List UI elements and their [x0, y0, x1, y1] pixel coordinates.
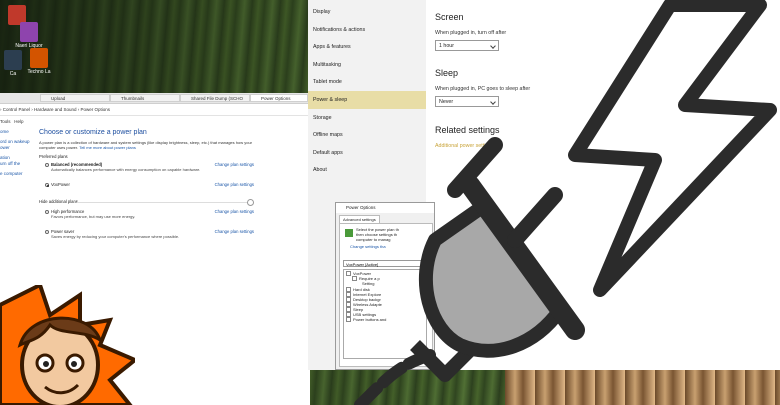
plan-name: VoxPower — [51, 182, 70, 187]
plan-radio[interactable] — [45, 163, 49, 167]
plan-voxpower[interactable]: VoxPower Change plan settings — [39, 182, 254, 194]
chevron-up-icon[interactable] — [247, 199, 254, 206]
plan-desc: Saves energy by reducing your computer's… — [51, 234, 180, 239]
divider — [77, 202, 248, 203]
app-icon — [4, 50, 22, 70]
screen-timeout-select[interactable]: 1 hour — [435, 40, 499, 51]
app-icon — [20, 22, 38, 42]
page-title: Choose or customize a power plan — [39, 129, 147, 136]
power-plug-icon — [354, 137, 585, 405]
change-plan-link[interactable]: Change plan settings — [215, 182, 254, 187]
browser-tabs: Upload Thumbnails Shared File Dump (SCHO… — [0, 93, 310, 104]
nav-multitasking[interactable]: Multitasking — [308, 56, 426, 74]
intro-link[interactable]: Tell me more about power plans — [79, 145, 136, 150]
preferred-plans-heading: Preferred plans — [39, 154, 68, 159]
plan-radio[interactable] — [45, 230, 49, 234]
screen-timeout-value: 1 hour — [439, 43, 455, 49]
plan-balanced[interactable]: Balanced (recommended) Automatically bal… — [39, 162, 254, 174]
tab-upload[interactable]: Upload — [40, 94, 110, 102]
plan-desc: Automatically balances performance with … — [51, 167, 201, 172]
plan-power-saver[interactable]: Power saver Saves energy by reducing you… — [39, 229, 254, 241]
sidebar-link[interactable]: ower — [0, 145, 30, 151]
plan-radio[interactable] — [45, 210, 49, 214]
intro-text: A power plan is a collection of hardware… — [39, 140, 254, 150]
plan-radio-selected[interactable] — [45, 183, 49, 187]
control-panel-sidebar: ome ord on wakeup ower ation urn off the… — [0, 129, 30, 177]
screen-heading: Screen — [435, 12, 464, 22]
tab-thumbnails[interactable]: Thumbnails — [110, 94, 180, 102]
app-icon — [30, 48, 48, 68]
change-plan-link[interactable]: Change plan settings — [215, 209, 254, 214]
intro-body: A power plan is a collection of hardware… — [39, 140, 252, 150]
plan-desc: Favors performance, but may use more ene… — [51, 214, 136, 219]
nav-apps-features[interactable]: Apps & features — [308, 38, 426, 56]
tab-power-options[interactable]: Power Options — [250, 94, 308, 102]
hide-additional-plans[interactable]: Hide additional plans — [39, 199, 254, 206]
hide-plans-label: Hide additional plans — [39, 199, 78, 204]
desktop-icon-4[interactable]: Techno La — [22, 48, 56, 75]
change-plan-link[interactable]: Change plan settings — [215, 229, 254, 234]
cartoon-avatar — [0, 285, 135, 405]
nav-storage[interactable]: Storage — [308, 109, 426, 127]
control-panel-main: Choose or customize a power plan A power… — [39, 129, 254, 241]
sleep-heading: Sleep — [435, 68, 459, 78]
sidebar-link[interactable]: urn off the — [0, 161, 30, 167]
sidebar-link[interactable]: e computer — [0, 171, 30, 177]
nav-display[interactable]: Display — [308, 3, 426, 21]
plan-high-performance[interactable]: High performance Favors performance, but… — [39, 209, 254, 221]
nav-power-sleep[interactable]: Power & sleep — [308, 91, 426, 109]
tab-shared-file-dump[interactable]: Shared File Dump (SCHO — [180, 94, 250, 102]
screen-label: When plugged in, turn off after — [435, 30, 507, 36]
nav-notifications[interactable]: Notifications & actions — [308, 21, 426, 39]
nav-tablet-mode[interactable]: Tablet mode — [308, 73, 426, 91]
desktop-icon-label: Techno La — [27, 69, 51, 75]
menu-bar: Tools Help — [0, 117, 310, 126]
sleep-timeout-select[interactable]: Never — [435, 96, 499, 107]
sleep-timeout-value: Never — [439, 99, 454, 105]
sidebar-link[interactable]: ome — [0, 129, 30, 135]
menu-tools[interactable]: Tools — [0, 119, 11, 124]
address-bar[interactable]: › Control Panel › Hardware and Sound › P… — [0, 105, 310, 116]
menu-help[interactable]: Help — [14, 119, 23, 124]
chevron-down-icon — [490, 43, 496, 49]
change-plan-link[interactable]: Change plan settings — [215, 162, 254, 167]
desktop-icon-2[interactable]: Naeri Liquor — [12, 22, 46, 49]
chevron-down-icon — [490, 99, 496, 105]
sleep-label: When plugged in, PC goes to sleep after — [435, 86, 531, 92]
